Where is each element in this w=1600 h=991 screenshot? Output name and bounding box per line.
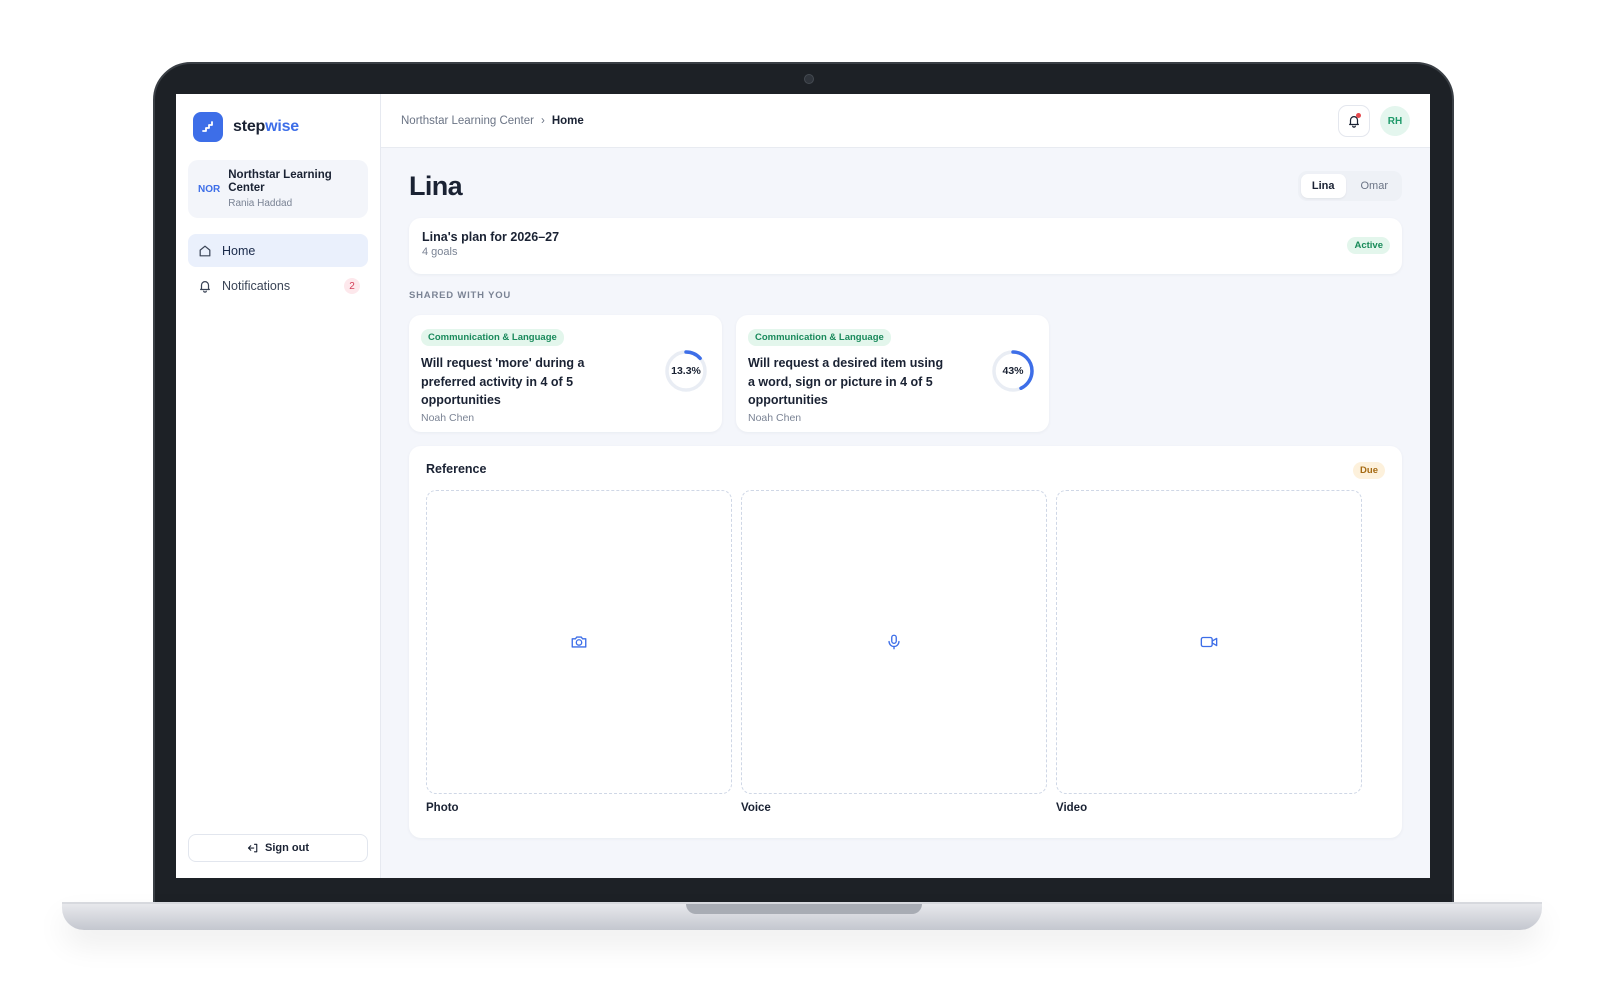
- sign-out-icon: [247, 843, 258, 853]
- breadcrumb: Northstar Learning Center › Home: [401, 115, 584, 127]
- breadcrumb-parent[interactable]: Northstar Learning Center: [401, 115, 534, 127]
- voice-drop-zone[interactable]: [741, 490, 1047, 794]
- sidebar-nav: Home Notifications 2: [188, 234, 368, 302]
- sidebar-item-label: Home: [222, 243, 256, 258]
- due-badge: Due: [1353, 462, 1385, 479]
- plan-card[interactable]: Lina's plan for 2026–27 4 goals Active: [409, 218, 1402, 274]
- topbar: Northstar Learning Center › Home RH: [381, 94, 1430, 148]
- bell-icon: [200, 280, 210, 293]
- voice-upload: Voice: [741, 490, 1047, 814]
- plan-title: Lina's plan for 2026–27: [422, 230, 560, 244]
- main-area: Northstar Learning Center › Home RH Lina…: [381, 94, 1430, 878]
- photo-label: Photo: [426, 802, 459, 814]
- page-title: Lina: [409, 170, 463, 201]
- unread-indicator: [1356, 113, 1361, 118]
- org-name: Northstar Learning Center: [228, 169, 332, 194]
- reference-uploads: Photo Voice Video: [426, 490, 1385, 814]
- goal-description: Will request a desired item using a word…: [748, 356, 944, 407]
- photo-upload: Photo: [426, 490, 732, 814]
- video-upload: Video: [1056, 490, 1362, 814]
- sidebar-item-label: Notifications: [222, 278, 291, 293]
- microphone-icon: [888, 634, 900, 650]
- goal-owner: Noah Chen: [421, 411, 475, 424]
- avatar[interactable]: RH: [1380, 106, 1410, 136]
- voice-label: Voice: [741, 802, 771, 814]
- learner-tab-lina[interactable]: Lina: [1300, 174, 1346, 198]
- org-user: Rania Haddad: [228, 198, 293, 209]
- sidebar-item-home[interactable]: Home: [188, 234, 368, 267]
- breadcrumb-separator: ›: [540, 114, 545, 127]
- brand-name-accent: wise: [265, 118, 299, 135]
- plan-goal-count: 4 goals: [422, 246, 458, 258]
- reference-title: Reference: [426, 462, 487, 476]
- goal-description: Will request 'more' during a preferred a…: [421, 356, 585, 407]
- reference-card: Reference Due Photo Voice Video: [409, 446, 1402, 838]
- goal-card[interactable]: Communication & Language Will request 'm…: [409, 315, 722, 432]
- photo-drop-zone[interactable]: [426, 490, 732, 794]
- brand[interactable]: stepwise: [193, 112, 368, 142]
- sign-out-label: Sign out: [265, 842, 309, 854]
- org-switcher[interactable]: NOR Northstar Learning Center Rania Hadd…: [188, 160, 368, 218]
- video-label: Video: [1056, 802, 1088, 814]
- stairs-icon: [193, 112, 223, 142]
- notifications-button[interactable]: [1338, 105, 1370, 137]
- status-badge: Active: [1347, 237, 1390, 254]
- page-content: Lina Lina Omar Lina's plan for 2026–27 4…: [381, 168, 1430, 838]
- goal-card[interactable]: Communication & Language Will request a …: [736, 315, 1049, 432]
- shared-goals-list: Communication & Language Will request 'm…: [409, 315, 1402, 432]
- section-label: SHARED WITH YOU: [409, 290, 512, 301]
- camera-dot: [804, 74, 814, 84]
- progress-label: 43%: [1002, 365, 1024, 377]
- breadcrumb-current: Home: [551, 114, 584, 127]
- brand-name: stepwise: [233, 118, 299, 136]
- laptop-notch: [686, 904, 922, 914]
- goal-domain-tag: Communication & Language: [748, 329, 891, 346]
- progress-label: 13.3%: [671, 365, 701, 377]
- home-icon: [199, 245, 211, 256]
- learner-switcher: Lina Omar: [1297, 171, 1402, 201]
- camera-icon: [571, 636, 587, 648]
- sign-out-button[interactable]: Sign out: [188, 834, 368, 862]
- org-tag: NOR: [198, 183, 221, 195]
- app-screen: stepwise NOR Northstar Learning Center R…: [176, 94, 1430, 878]
- brand-name-main: step: [233, 118, 266, 135]
- video-icon: [1200, 636, 1218, 648]
- goal-owner: Noah Chen: [748, 411, 802, 424]
- notifications-count-badge: 2: [344, 278, 360, 294]
- sidebar-item-notifications[interactable]: Notifications 2: [188, 269, 368, 302]
- sidebar: stepwise NOR Northstar Learning Center R…: [176, 94, 381, 878]
- page-header: Lina Lina Omar: [409, 168, 1402, 204]
- goal-domain-tag: Communication & Language: [421, 329, 564, 346]
- learner-tab-omar[interactable]: Omar: [1350, 174, 1400, 198]
- video-drop-zone[interactable]: [1056, 490, 1362, 794]
